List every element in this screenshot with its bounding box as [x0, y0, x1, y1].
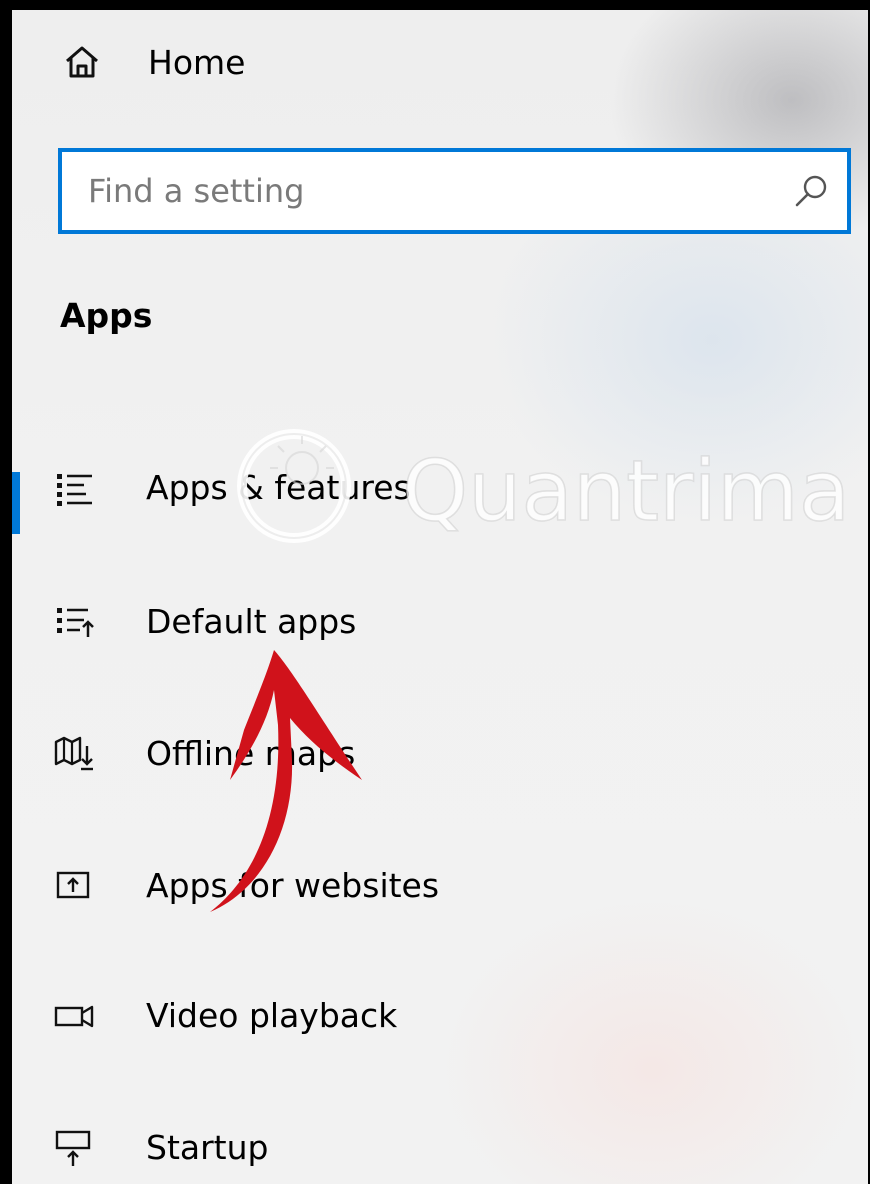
sidebar-item-startup[interactable]: Startup — [12, 1104, 862, 1184]
settings-pane: Home Apps Apps & features — [0, 0, 870, 1184]
sidebar-item-label: Apps & features — [146, 468, 411, 507]
offline-maps-icon — [54, 736, 93, 771]
sidebar-item-label: Apps for websites — [146, 866, 440, 905]
video-playback-icon — [54, 1005, 94, 1028]
search-input[interactable] — [88, 162, 768, 220]
sidebar-item-label: Startup — [146, 1128, 269, 1167]
home-label: Home — [148, 42, 246, 82]
apps-features-icon — [57, 474, 92, 506]
sidebar-item-video-playback[interactable]: Video playback — [12, 972, 862, 1062]
sidebar-item-default-apps[interactable]: Default apps — [12, 578, 862, 668]
startup-icon — [55, 1130, 91, 1166]
sidebar-item-label: Video playback — [146, 996, 398, 1035]
sidebar-item-apps-features[interactable]: Apps & features — [12, 444, 862, 534]
selection-indicator — [12, 472, 20, 534]
home-icon — [66, 46, 98, 78]
default-apps-icon — [57, 608, 94, 637]
search-box[interactable] — [58, 148, 851, 234]
sidebar-item-label: Default apps — [146, 602, 357, 641]
search-icon[interactable] — [791, 172, 831, 212]
sidebar-item-offline-maps[interactable]: Offline maps — [12, 710, 862, 800]
section-title: Apps — [60, 296, 153, 335]
sidebar-item-label: Offline maps — [146, 734, 356, 773]
sidebar-item-apps-for-websites[interactable]: Apps for websites — [12, 842, 862, 932]
apps-for-websites-icon — [56, 871, 90, 899]
